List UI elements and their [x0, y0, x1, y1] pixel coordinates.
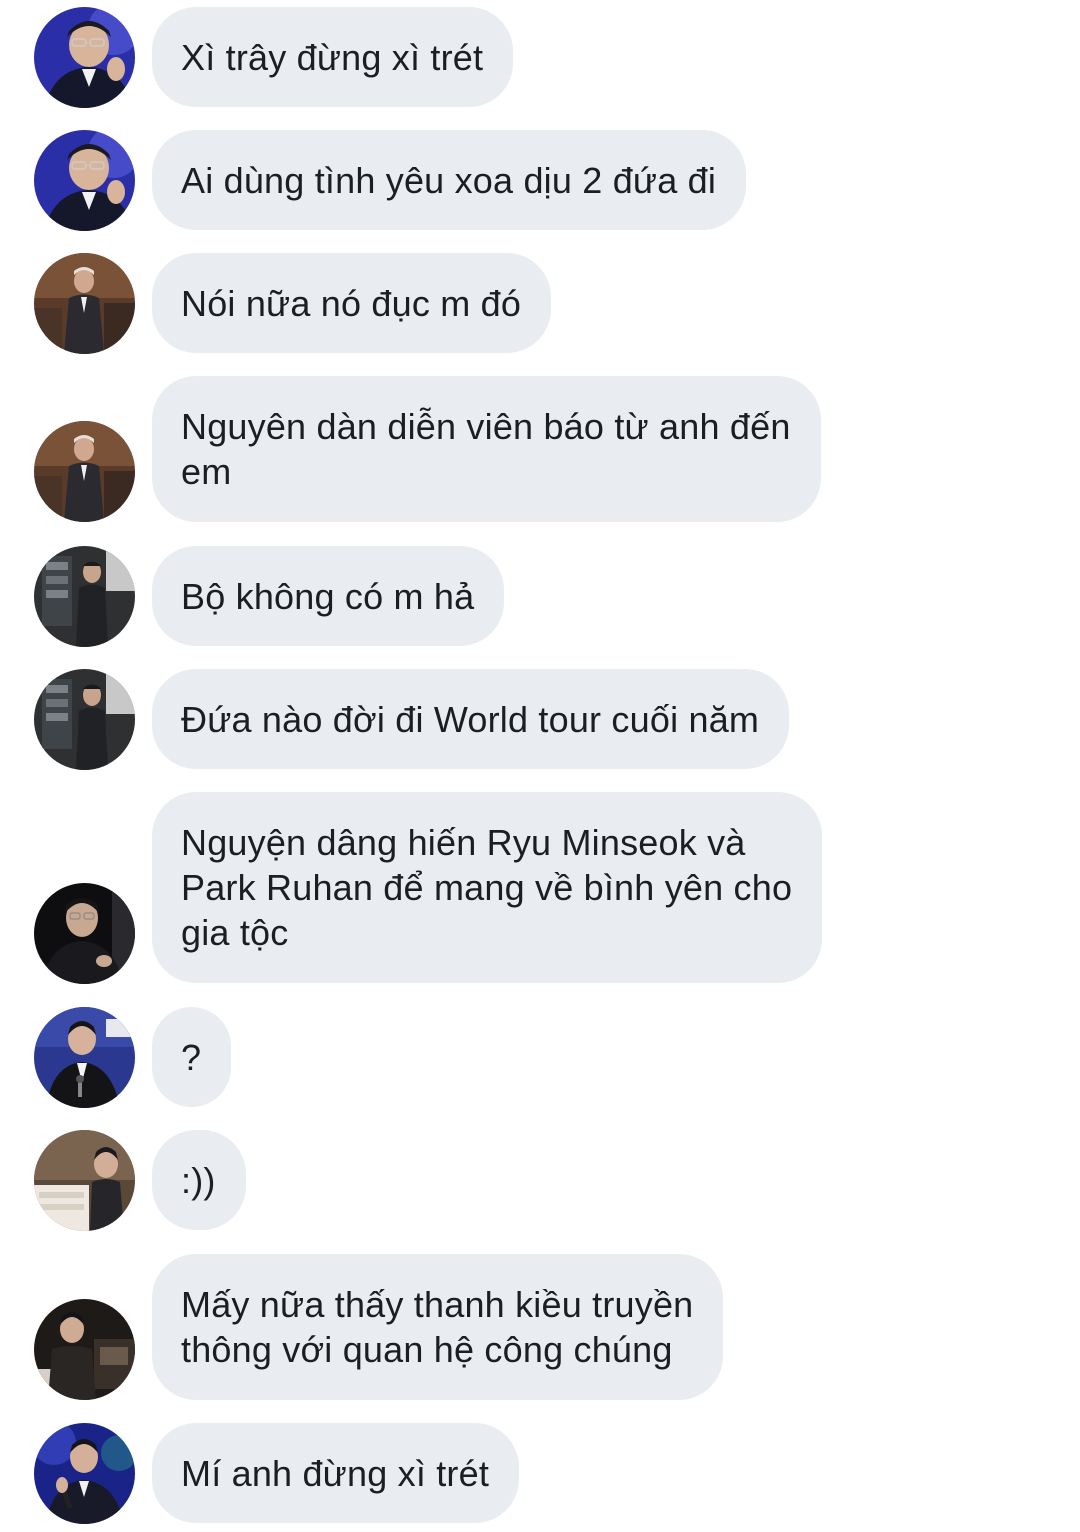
- message-bubble[interactable]: ?: [152, 1007, 232, 1107]
- avatar[interactable]: [34, 421, 135, 522]
- message-bubble[interactable]: Mí anh đừng xì trét: [152, 1423, 520, 1523]
- message-bubble[interactable]: Đứa nào đời đi World tour cuối năm: [152, 669, 790, 769]
- avatar-blue-stage-icon: [34, 7, 135, 108]
- message-bubble[interactable]: Mấy nữa thấy thanh kiều truyền thông với…: [152, 1254, 724, 1400]
- avatar[interactable]: [34, 1423, 135, 1524]
- avatar-suit-dark-icon: [34, 546, 135, 647]
- avatar-event-suit-icon: [34, 1007, 135, 1108]
- avatar-dark-portrait-icon: [34, 883, 135, 984]
- avatar-dark-room-icon: [34, 1299, 135, 1400]
- avatar[interactable]: [34, 1299, 135, 1400]
- avatar-blue-concert-icon: [34, 1423, 135, 1524]
- avatar[interactable]: [34, 883, 135, 984]
- message-bubble[interactable]: Bộ không có m hả: [152, 546, 505, 646]
- avatar-suit-warm-icon: [34, 421, 135, 522]
- message-bubble[interactable]: :)): [152, 1130, 246, 1230]
- message-bubble[interactable]: Xì trây đừng xì trét: [152, 7, 514, 107]
- avatar[interactable]: [34, 7, 135, 108]
- message-bubble[interactable]: Nói nữa nó đục m đó: [152, 253, 552, 353]
- avatar[interactable]: [34, 130, 135, 231]
- avatar-piano-icon: [34, 1130, 135, 1231]
- message-bubble[interactable]: Nguyên dàn diễn viên báo từ anh đến em: [152, 376, 821, 522]
- avatar[interactable]: [34, 669, 135, 770]
- avatar[interactable]: [34, 546, 135, 647]
- avatar[interactable]: [34, 1007, 135, 1108]
- avatar[interactable]: [34, 1130, 135, 1231]
- avatar-blue-stage-icon: [34, 130, 135, 231]
- avatar-suit-warm-icon: [34, 253, 135, 354]
- message-bubble[interactable]: Ai dùng tình yêu xoa dịu 2 đứa đi: [152, 130, 747, 230]
- avatar-suit-dark-icon: [34, 669, 135, 770]
- message-bubble[interactable]: Nguyện dâng hiến Ryu Minseok và Park Ruh…: [152, 792, 823, 983]
- avatar[interactable]: [34, 253, 135, 354]
